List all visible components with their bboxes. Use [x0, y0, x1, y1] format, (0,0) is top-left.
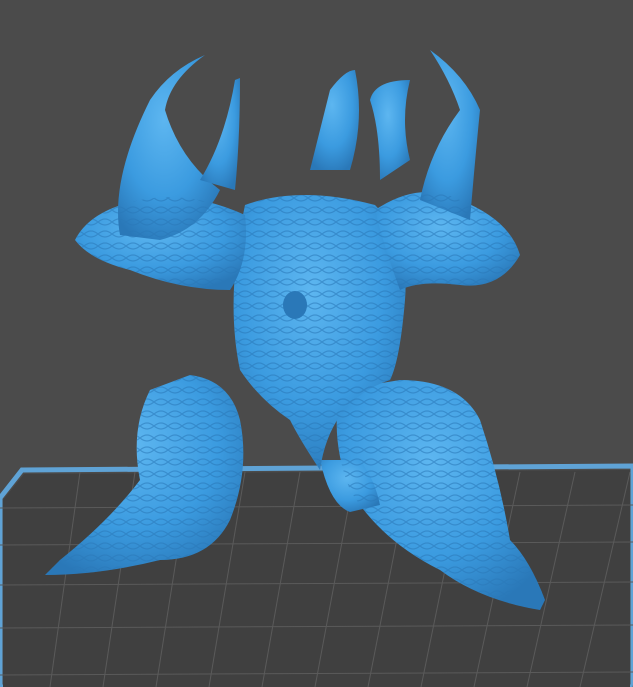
model-eye: [283, 291, 307, 319]
3d-viewport[interactable]: [0, 0, 633, 687]
scene: [0, 50, 633, 687]
build-plate-surface: [3, 470, 630, 687]
build-plate: [0, 463, 633, 687]
